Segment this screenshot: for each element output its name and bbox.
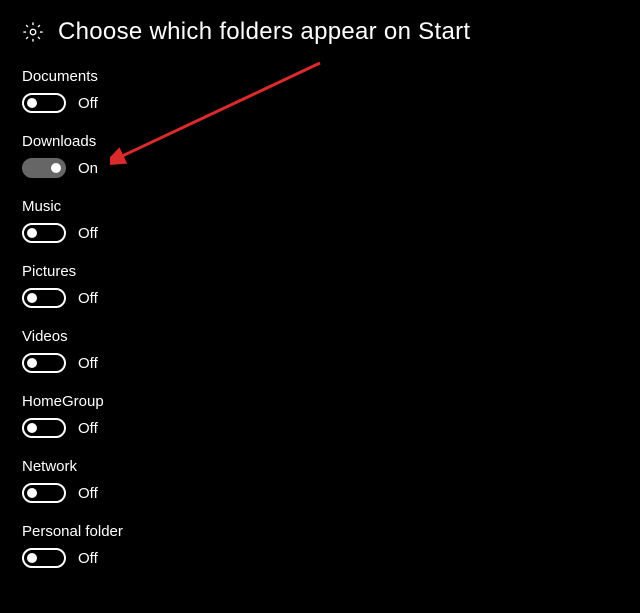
toggle-row: Off: [22, 288, 618, 308]
toggle-state-text: Off: [78, 550, 98, 567]
setting-documents: Documents Off: [22, 68, 618, 113]
page-title: Choose which folders appear on Start: [58, 18, 470, 46]
toggle-row: Off: [22, 418, 618, 438]
documents-toggle[interactable]: [22, 93, 66, 113]
network-toggle[interactable]: [22, 483, 66, 503]
homegroup-toggle[interactable]: [22, 418, 66, 438]
setting-label: Network: [22, 458, 618, 475]
music-toggle[interactable]: [22, 223, 66, 243]
videos-toggle[interactable]: [22, 353, 66, 373]
page-header: Choose which folders appear on Start: [22, 18, 618, 46]
toggle-row: Off: [22, 548, 618, 568]
toggle-row: On: [22, 158, 618, 178]
setting-pictures: Pictures Off: [22, 263, 618, 308]
toggle-state-text: Off: [78, 420, 98, 437]
setting-label: Videos: [22, 328, 618, 345]
personal-folder-toggle[interactable]: [22, 548, 66, 568]
toggle-state-text: Off: [78, 290, 98, 307]
setting-videos: Videos Off: [22, 328, 618, 373]
toggle-row: Off: [22, 223, 618, 243]
setting-label: Personal folder: [22, 523, 618, 540]
toggle-state-text: Off: [78, 95, 98, 112]
setting-downloads: Downloads On: [22, 133, 618, 178]
pictures-toggle[interactable]: [22, 288, 66, 308]
toggle-state-text: Off: [78, 485, 98, 502]
setting-label: HomeGroup: [22, 393, 618, 410]
setting-label: Pictures: [22, 263, 618, 280]
setting-label: Documents: [22, 68, 618, 85]
toggle-row: Off: [22, 93, 618, 113]
toggle-row: Off: [22, 483, 618, 503]
setting-label: Music: [22, 198, 618, 215]
setting-network: Network Off: [22, 458, 618, 503]
toggle-state-text: On: [78, 160, 98, 177]
toggle-state-text: Off: [78, 225, 98, 242]
setting-music: Music Off: [22, 198, 618, 243]
downloads-toggle[interactable]: [22, 158, 66, 178]
gear-icon: [22, 21, 44, 43]
toggle-row: Off: [22, 353, 618, 373]
setting-personal-folder: Personal folder Off: [22, 523, 618, 568]
setting-label: Downloads: [22, 133, 618, 150]
setting-homegroup: HomeGroup Off: [22, 393, 618, 438]
toggle-state-text: Off: [78, 355, 98, 372]
